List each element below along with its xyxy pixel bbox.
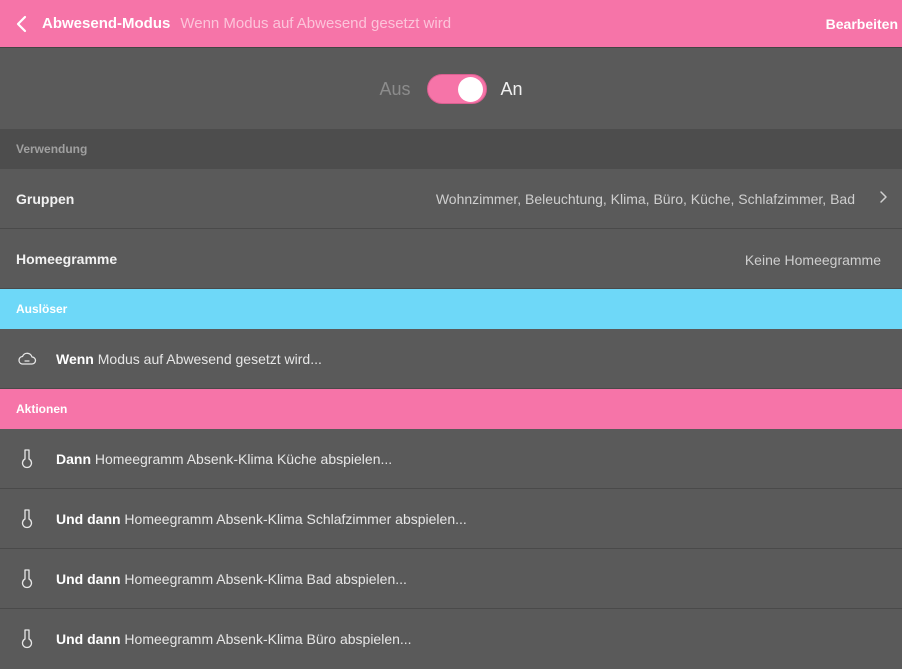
trigger-text: Wenn Modus auf Abwesend gesetzt wird... bbox=[56, 350, 322, 367]
mode-toggle-switch[interactable] bbox=[426, 74, 487, 104]
chevron-left-icon bbox=[16, 15, 27, 32]
action-text: Dann Homeegramm Absenk-Klima Küche abspi… bbox=[56, 450, 393, 467]
homeegrams-value: Keine Homeegramme bbox=[744, 252, 881, 268]
page-title: Abwesend-Modus bbox=[42, 15, 171, 32]
toggle-on-label: An bbox=[500, 78, 523, 99]
action-item[interactable]: Und dann Homeegramm Absenk-Klima Schlafz… bbox=[0, 489, 902, 549]
trigger-item[interactable]: Wenn Modus auf Abwesend gesetzt wird... bbox=[0, 329, 902, 389]
homeegram-icon bbox=[16, 448, 38, 470]
homeegrams-label: Homeegramme bbox=[16, 250, 118, 267]
homeegrams-row: Homeegramme Keine Homeegramme bbox=[0, 229, 902, 289]
toggle-knob bbox=[457, 77, 483, 102]
top-bar: Abwesend-Modus Wenn Modus auf Abwesend g… bbox=[0, 0, 902, 48]
homeegram-icon bbox=[16, 568, 38, 590]
section-header-actions: Aktionen bbox=[0, 389, 902, 429]
back-button[interactable] bbox=[6, 0, 36, 48]
groups-label: Gruppen bbox=[16, 190, 75, 207]
action-item[interactable]: Und dann Homeegramm Absenk-Klima Bad abs… bbox=[0, 549, 902, 609]
action-text: Und dann Homeegramm Absenk-Klima Büro ab… bbox=[56, 631, 412, 647]
edit-button[interactable]: Bearbeiten bbox=[826, 0, 898, 48]
cloud-icon bbox=[16, 352, 38, 366]
homeegram-icon bbox=[16, 508, 38, 530]
action-item[interactable]: Und dann Homeegramm Absenk-Klima Büro ab… bbox=[0, 609, 902, 669]
toggle-off-label: Aus bbox=[379, 78, 411, 99]
section-header-usage: Verwendung bbox=[0, 129, 902, 169]
action-text: Und dann Homeegramm Absenk-Klima Schlafz… bbox=[56, 510, 467, 527]
mode-toggle-row: Aus An bbox=[0, 49, 902, 129]
action-text: Und dann Homeegramm Absenk-Klima Bad abs… bbox=[56, 570, 407, 587]
homeegram-icon bbox=[16, 628, 38, 650]
action-item[interactable]: Dann Homeegramm Absenk-Klima Küche abspi… bbox=[0, 429, 902, 489]
groups-row[interactable]: Gruppen Wohnzimmer, Beleuchtung, Klima, … bbox=[0, 169, 902, 229]
chevron-right-icon bbox=[880, 191, 887, 203]
section-header-trigger: Auslöser bbox=[0, 289, 902, 329]
groups-value: Wohnzimmer, Beleuchtung, Klima, Büro, Kü… bbox=[435, 191, 855, 207]
page-subtitle: Wenn Modus auf Abwesend gesetzt wird bbox=[180, 15, 452, 32]
